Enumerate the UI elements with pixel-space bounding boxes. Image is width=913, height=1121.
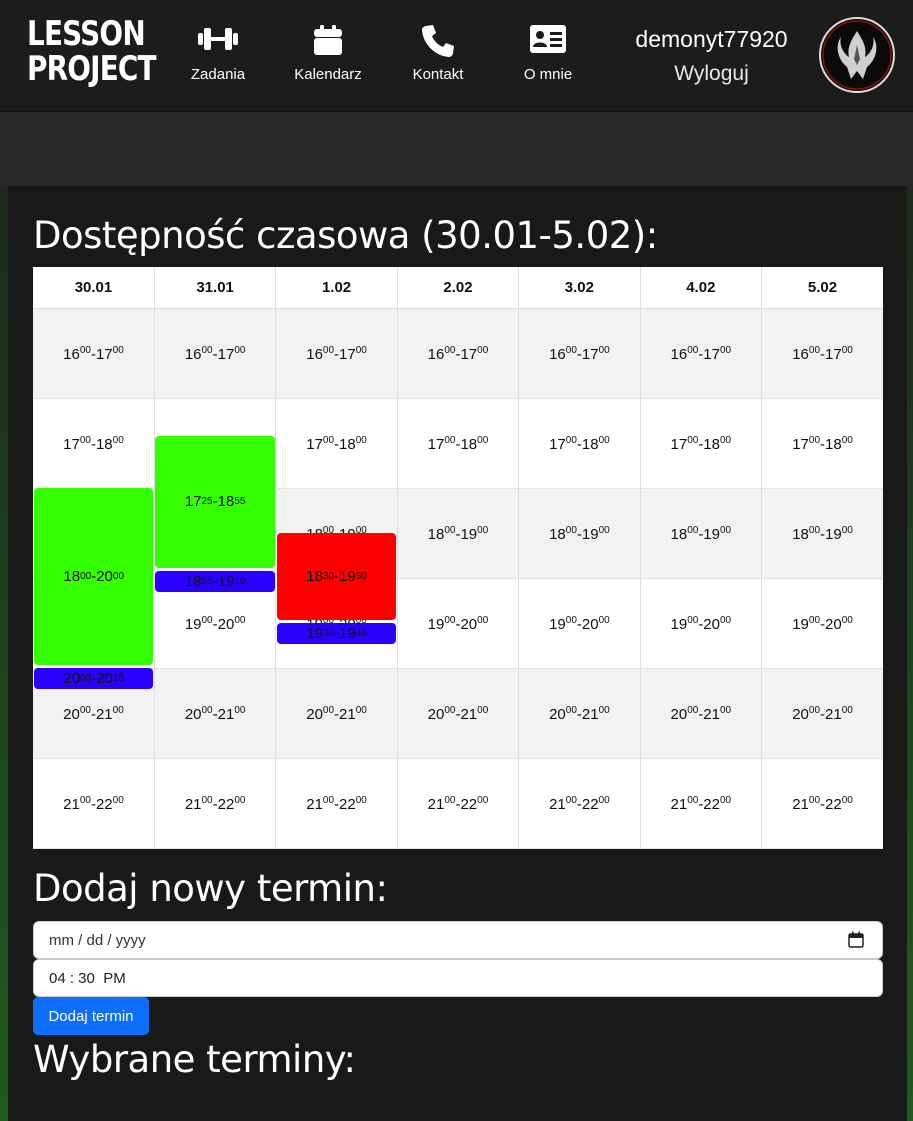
selected-terms-title: Wybrane terminy: bbox=[33, 1038, 356, 1081]
time-slot-cell[interactable]: 1700-1800 bbox=[761, 398, 883, 489]
date-input[interactable]: mm / dd / yyyy bbox=[33, 921, 883, 959]
time-slot-row: 2000-2100 2000-2100 2000-2100 2000-2100 2000… bbox=[33, 668, 883, 759]
time-slot-row: 1900-20001900-20001900-20001900-20001900… bbox=[33, 578, 883, 669]
booking-block[interactable]: 18 55 -19 10 bbox=[155, 570, 275, 592]
time-input[interactable]: 04 : 30 PM bbox=[33, 959, 883, 997]
brand-line2: PROJECT bbox=[27, 49, 157, 89]
time-slot-cell[interactable]: 1900-2000 bbox=[761, 578, 883, 669]
time-slot-cell[interactable]: 1700-1800 bbox=[518, 398, 641, 489]
nav-label-o-mnie: O mnie bbox=[523, 66, 573, 83]
date-placeholder: mm / dd / yyyy bbox=[49, 931, 146, 949]
navbar: LESSON PROJECT Zadania Kalendarz Kontakt… bbox=[0, 0, 913, 112]
booking-block[interactable]: 18 30 -19 30 bbox=[276, 533, 397, 620]
time-slot-cell[interactable]: 2100-2200 bbox=[397, 758, 520, 849]
username: demonyt77920 bbox=[635, 26, 788, 52]
time-slot-cell[interactable]: 1900-2000 bbox=[640, 578, 763, 669]
time-slot-cell[interactable]: 2000-2100 bbox=[640, 668, 763, 759]
id-card-icon bbox=[516, 24, 580, 62]
dumbbell-icon bbox=[186, 24, 250, 62]
day-header: 4.02 bbox=[640, 267, 763, 309]
nav-item-o-mnie[interactable]: O mnie bbox=[516, 24, 580, 83]
time-slot-cell[interactable]: 1800-1900 bbox=[397, 488, 520, 579]
time-slot-cell[interactable]: 2000-2100 bbox=[154, 668, 277, 759]
day-header: 3.02 bbox=[518, 267, 641, 309]
booking-block[interactable]: 20 00 -20 15 bbox=[34, 668, 154, 689]
time-slot-cell[interactable]: 1900-2000 bbox=[154, 578, 277, 669]
brand-line1: LESSON bbox=[27, 14, 146, 54]
add-term-button[interactable]: Dodaj termin bbox=[33, 997, 149, 1035]
nav-label-zadania: Zadania bbox=[190, 66, 246, 83]
nav-item-kalendarz[interactable]: Kalendarz bbox=[289, 24, 367, 83]
phone-icon bbox=[406, 24, 470, 62]
time-slot-cell[interactable]: 1900-2000 bbox=[518, 578, 641, 669]
time-slot-cell[interactable]: 1800-1900 bbox=[640, 488, 763, 579]
day-header: 2.02 bbox=[397, 267, 520, 309]
booking-block[interactable]: 18 00 -20 00 bbox=[34, 488, 154, 665]
time-slot-cell[interactable]: 2100-2200 bbox=[33, 758, 155, 849]
availability-table: 30.01 31.01 1.02 2.02 3.02 4.02 5.02 1600-1700… bbox=[33, 267, 883, 849]
time-slot-cell[interactable]: 2100-2200 bbox=[275, 758, 398, 849]
logout-link[interactable]: Wyloguj bbox=[620, 62, 803, 86]
time-slot-cell[interactable]: 1600-1700 bbox=[761, 308, 883, 399]
subheader-band bbox=[0, 112, 913, 186]
calendar-icon bbox=[289, 24, 367, 62]
time-value: 04 : 30 PM bbox=[49, 969, 126, 987]
time-slot-cell[interactable]: 2000-2100 bbox=[397, 668, 520, 759]
time-slot-row: 2100-2200 2100-2200 2100-2200 2100-2200 2100… bbox=[33, 758, 883, 849]
day-header: 5.02 bbox=[761, 267, 883, 309]
time-slot-cell[interactable]: 1600-1700 bbox=[154, 308, 277, 399]
nav-item-zadania[interactable]: Zadania bbox=[186, 24, 250, 83]
time-slot-cell[interactable]: 1800-1900 bbox=[761, 488, 883, 579]
day-header: 31.01 bbox=[154, 267, 277, 309]
avatar[interactable] bbox=[819, 17, 895, 93]
time-slot-cell[interactable]: 2100-2200 bbox=[154, 758, 277, 849]
time-slot-cell[interactable]: 1600-1700 bbox=[275, 308, 398, 399]
nav-item-kontakt[interactable]: Kontakt bbox=[406, 24, 470, 83]
time-slot-cell[interactable]: 1600-1700 bbox=[640, 308, 763, 399]
time-slot-cell[interactable]: 2100-2200 bbox=[518, 758, 641, 849]
nav-label-kalendarz: Kalendarz bbox=[294, 66, 362, 83]
day-header: 30.01 bbox=[33, 267, 155, 309]
right-accent bbox=[907, 186, 913, 1121]
booking-block[interactable]: 17 25 -18 55 bbox=[155, 435, 275, 568]
availability-title: Dostępność czasowa (30.01-5.02): bbox=[33, 214, 658, 257]
time-slot-cell[interactable]: 1600-1700 bbox=[518, 308, 641, 399]
time-slot-cell[interactable]: 2000-2100 bbox=[761, 668, 883, 759]
time-slot-cell[interactable]: 2100-2200 bbox=[640, 758, 763, 849]
add-term-title: Dodaj nowy termin: bbox=[33, 867, 388, 910]
dragon-emblem-icon bbox=[822, 20, 892, 90]
time-slot-cell[interactable]: 1900-2000 bbox=[397, 578, 520, 669]
time-slot-cell[interactable]: 1700-1800 bbox=[640, 398, 763, 489]
time-slot-cell[interactable]: 1600-1700 bbox=[33, 308, 155, 399]
time-slot-cell[interactable]: 2000-2100 bbox=[275, 668, 398, 759]
time-slot-cell[interactable]: 2100-2200 bbox=[761, 758, 883, 849]
time-slot-row: 1600-1700 1600-1700 1600-1700 1600-1700 1600… bbox=[33, 308, 883, 399]
time-slot-cell[interactable]: 2000-2100 bbox=[518, 668, 641, 759]
table-header-row: 30.01 31.01 1.02 2.02 3.02 4.02 5.02 bbox=[33, 267, 883, 309]
time-slot-cell[interactable]: 1700-1800 bbox=[397, 398, 520, 489]
calendar-picker-icon[interactable] bbox=[848, 931, 864, 952]
day-header: 1.02 bbox=[275, 267, 398, 309]
booking-block[interactable]: 19 30 -19 45 bbox=[276, 623, 397, 644]
nav-label-kontakt: Kontakt bbox=[412, 66, 464, 83]
left-accent bbox=[0, 186, 8, 1121]
time-slot-cell[interactable]: 1700-1800 bbox=[275, 398, 398, 489]
time-slot-cell[interactable]: 1800-1900 bbox=[518, 488, 641, 579]
time-slot-cell[interactable]: 1600-1700 bbox=[397, 308, 520, 399]
brand-logo[interactable]: LESSON PROJECT bbox=[27, 14, 157, 89]
time-slot-cell[interactable]: 1700-1800 bbox=[33, 398, 155, 489]
